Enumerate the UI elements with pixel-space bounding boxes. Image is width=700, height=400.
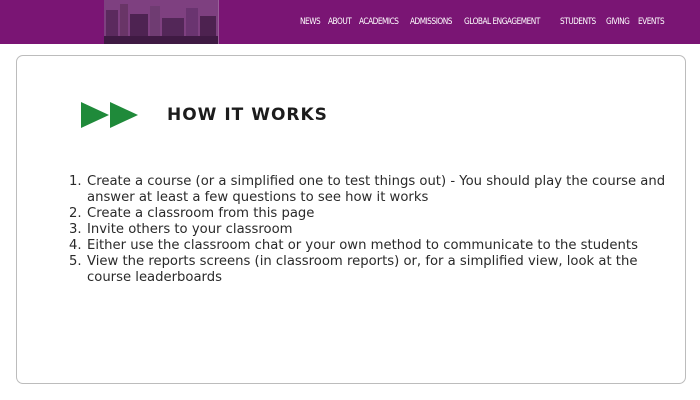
nav-news[interactable]: NEWS [300,17,321,27]
step-number: 1. [69,174,82,189]
list-item: 5. View the reports screens (in classroo… [69,254,669,286]
step-text: Either use the classroom chat or your ow… [87,238,638,253]
step-text: Create a classroom from this page [87,206,315,221]
nav-global-engagement[interactable]: GLOBAL ENGAGEMENT [464,17,540,27]
step-text: Create a course (or a simplified one to … [87,174,666,205]
nav-students[interactable]: STUDENTS [560,17,596,27]
top-bar: NEWS ABOUT ACADEMICS ADMISSIONS GLOBAL E… [0,0,700,44]
main-nav: NEWS ABOUT ACADEMICS ADMISSIONS GLOBAL E… [300,0,664,44]
step-text: View the reports screens (in classroom r… [87,254,638,285]
nav-giving[interactable]: GIVING [606,17,630,27]
nav-events[interactable]: EVENTS [638,17,665,27]
step-text: Invite others to your classroom [87,222,293,237]
list-item: 1. Create a course (or a simplified one … [69,174,669,206]
campus-skyline-image [104,0,218,44]
nav-academics[interactable]: ACADEMICS [359,17,399,27]
list-item: 4. Either use the classroom chat or your… [69,238,669,254]
steps-list: 1. Create a course (or a simplified one … [69,174,669,286]
fast-forward-icon [81,102,138,128]
list-item: 3. Invite others to your classroom [69,222,669,238]
how-it-works-card: HOW IT WORKS 1. Create a course (or a si… [16,55,686,384]
list-item: 2. Create a classroom from this page [69,206,669,222]
page-title: HOW IT WORKS [167,105,328,125]
step-number: 3. [69,222,82,237]
step-number: 4. [69,238,82,253]
section-header: HOW IT WORKS [79,100,328,130]
step-number: 5. [69,254,82,269]
nav-admissions[interactable]: ADMISSIONS [410,17,452,27]
step-number: 2. [69,206,82,221]
nav-about[interactable]: ABOUT [328,17,352,27]
header-campus-image [104,0,219,44]
